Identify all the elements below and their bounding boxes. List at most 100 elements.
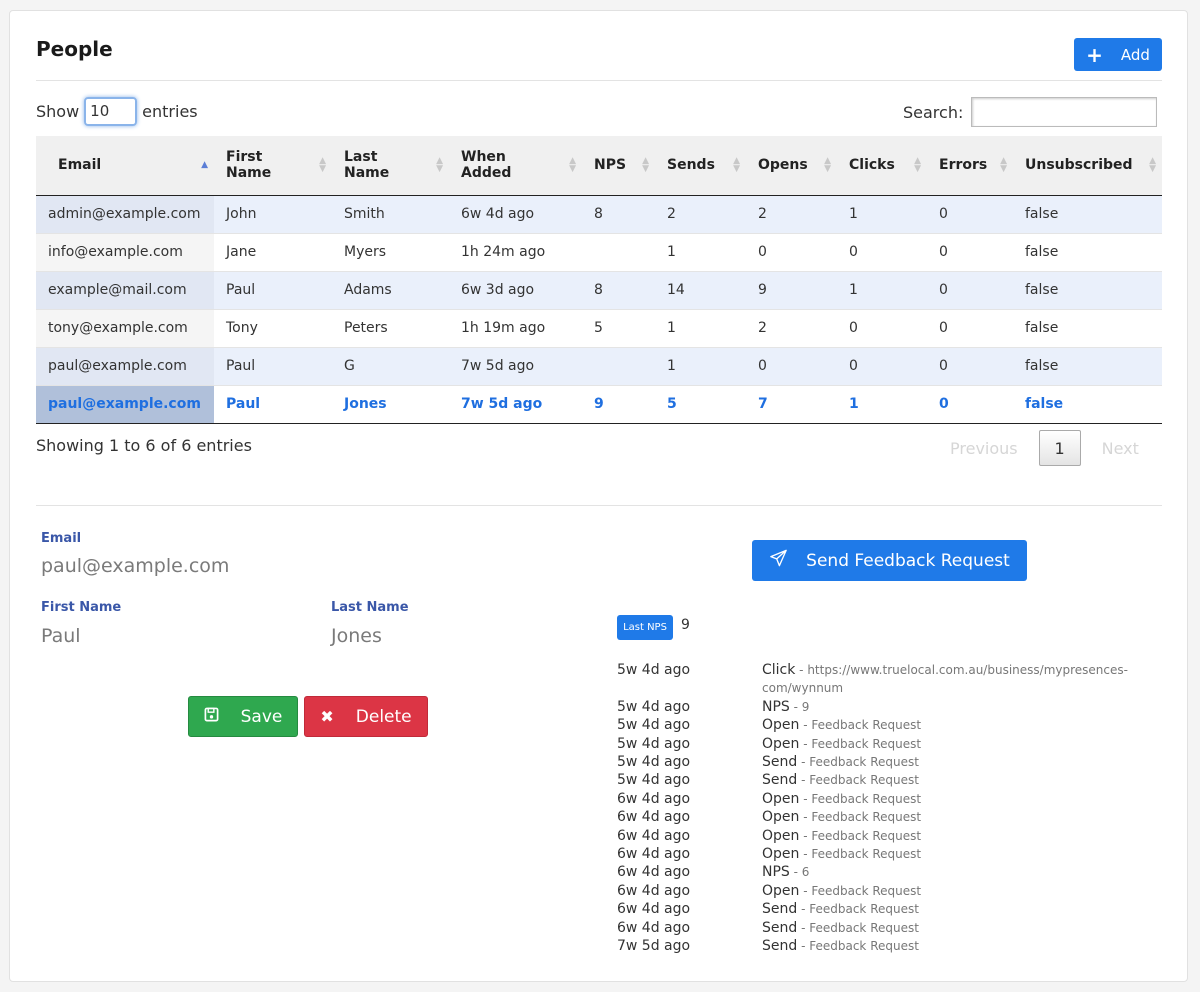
table-cell: Myers (344, 244, 387, 260)
sort-icon: ▲ ▼ (436, 156, 443, 175)
table-cell: Paul (226, 396, 261, 412)
table-cell: false (1025, 244, 1059, 260)
column-header-sends[interactable]: Sends ▲ ▼ (655, 136, 746, 195)
send-feedback-label: Send Feedback Request (806, 550, 1010, 571)
table-cell: 1 (667, 244, 676, 260)
first-name-field[interactable]: Paul (41, 625, 81, 647)
email-field[interactable]: paul@example.com (41, 555, 229, 577)
page-title: People (36, 37, 113, 61)
activity-meta: 9 (801, 699, 810, 714)
activity-detail: NPS - 9 (762, 698, 810, 715)
table-cell: false (1025, 396, 1064, 412)
activity-detail: Send - Feedback Request (762, 754, 919, 771)
activity-log: 5w 4d ago Click - https://www.truelocal.c… (617, 661, 1157, 956)
activity-item: 6w 4d ago NPS - 6 (617, 863, 1157, 881)
table-cell: 1 (849, 206, 858, 222)
column-header-opens[interactable]: Opens ▲ ▼ (746, 136, 837, 195)
table-cell: 1 (667, 358, 676, 374)
activity-item: 6w 4d ago Send - Feedback Request (617, 900, 1157, 918)
activity-detail: Open - Feedback Request (762, 846, 922, 863)
divider (36, 505, 1162, 506)
table-cell: G (344, 358, 355, 374)
table-cell (582, 347, 655, 385)
activity-type: Open (762, 827, 800, 844)
activity-detail: Click - https://www.truelocal.com.au/bus… (762, 662, 1128, 696)
people-panel: People + Add Show 10 entries Search: Ema… (9, 10, 1188, 982)
activity-item: 5w 4d ago Open - Feedback Request (617, 716, 1157, 734)
send-feedback-request-button[interactable]: Send Feedback Request (752, 540, 1027, 581)
table-cell: 7w 5d ago (461, 396, 543, 412)
table-cell: example@mail.com (36, 271, 214, 309)
table-row[interactable]: tony@example.com Tony Peters 1h 19m ago 5 1 2 0… (36, 309, 1162, 347)
sort-icon: ▲ ▼ (319, 156, 326, 175)
delete-label: Delete (355, 706, 412, 727)
divider (36, 80, 1162, 81)
column-label: NPS (594, 157, 627, 174)
people-table: Email ▲ First Name ▲ ▼ Last Name ▲ ▼ When Add… (36, 136, 1162, 424)
entries-length: Show 10 entries (36, 97, 198, 126)
search-input[interactable] (971, 97, 1158, 127)
activity-detail: Open - Feedback Request (762, 717, 922, 734)
activity-type: Open (762, 717, 800, 734)
column-header-clicks[interactable]: Clicks ▲ ▼ (837, 136, 927, 195)
table-header-row: Email ▲ First Name ▲ ▼ Last Name ▲ ▼ When Add… (36, 136, 1162, 195)
activity-meta: Feedback Request (811, 810, 922, 825)
activity-type: Open (762, 809, 800, 826)
activity-detail: Open - Feedback Request (762, 882, 922, 899)
activity-detail: Open - Feedback Request (762, 827, 922, 844)
table-cell: 1h 19m ago (461, 320, 546, 336)
add-label: Add (1120, 45, 1150, 64)
sort-asc-icon: ▲ (201, 160, 208, 171)
column-header-email[interactable]: Email ▲ (36, 136, 214, 195)
last-nps-badge: Last NPS (617, 615, 673, 640)
activity-time: 5w 4d ago (617, 772, 691, 789)
table-cell: Paul (226, 358, 256, 374)
table-row[interactable]: paul@example.com Paul G 7w 5d ago 1 0 0 0 false (36, 347, 1162, 385)
table-cell: false (1025, 358, 1059, 374)
table-row[interactable]: admin@example.com John Smith 6w 4d ago 8 2 2 1 0… (36, 195, 1162, 233)
table-cell: 5 (667, 396, 677, 412)
activity-type: Open (762, 735, 800, 752)
column-header-first-name[interactable]: First Name ▲ ▼ (214, 136, 332, 195)
table-cell: 0 (849, 320, 858, 336)
table-row[interactable]: paul@example.com Paul Jones 7w 5d ago 9 5 7 1 0 f… (36, 385, 1162, 423)
last-name-label: Last Name (331, 600, 409, 615)
page-button-1[interactable]: 1 (1038, 430, 1081, 466)
table-cell: 1 (849, 396, 859, 412)
activity-item: 6w 4d ago Send - Feedback Request (617, 919, 1157, 937)
activity-time: 5w 4d ago (617, 735, 691, 752)
table-cell: paul@example.com (36, 347, 214, 385)
column-header-nps[interactable]: NPS ▲ ▼ (582, 136, 655, 195)
add-button[interactable]: + Add (1074, 38, 1162, 71)
last-name-field[interactable]: Jones (331, 625, 382, 647)
table-row[interactable]: example@mail.com Paul Adams 6w 3d ago 8 14 9 1 0… (36, 271, 1162, 309)
show-label: Show (36, 102, 80, 121)
column-header-errors[interactable]: Errors ▲ ▼ (927, 136, 1013, 195)
next-button[interactable]: Next (1102, 439, 1139, 458)
previous-button[interactable]: Previous (950, 439, 1018, 458)
column-label: Unsubscribed (1025, 157, 1133, 174)
activity-meta: Feedback Request (811, 883, 922, 898)
column-header-when-added[interactable]: When Added ▲ ▼ (449, 136, 582, 195)
column-header-unsubscribed[interactable]: Unsubscribed ▲ ▼ (1013, 136, 1162, 195)
activity-detail: Send - Feedback Request (762, 919, 919, 936)
delete-button[interactable]: ✖ Delete (304, 696, 428, 737)
activity-meta: Feedback Request (811, 718, 922, 733)
table-cell: 0 (939, 396, 949, 412)
table-cell: info@example.com (36, 233, 214, 271)
table-row[interactable]: info@example.com Jane Myers 1h 24m ago 1 0 0 0 f… (36, 233, 1162, 271)
table-cell: 2 (758, 206, 767, 222)
activity-detail: NPS - 6 (762, 864, 810, 881)
entries-length-select[interactable]: 10 (84, 97, 138, 126)
activity-type: NPS (762, 698, 790, 715)
activity-time: 5w 4d ago (617, 698, 691, 715)
activity-item: 6w 4d ago Open - Feedback Request (617, 808, 1157, 826)
column-header-last-name[interactable]: Last Name ▲ ▼ (332, 136, 449, 195)
activity-item: 5w 4d ago Send - Feedback Request (617, 771, 1157, 789)
table-cell: 0 (849, 358, 858, 374)
activity-meta: 6 (801, 865, 810, 880)
sort-icon: ▲ ▼ (642, 156, 649, 175)
save-button[interactable]: Save (188, 696, 298, 737)
table-cell: 8 (594, 206, 603, 222)
activity-type: Open (762, 846, 800, 863)
